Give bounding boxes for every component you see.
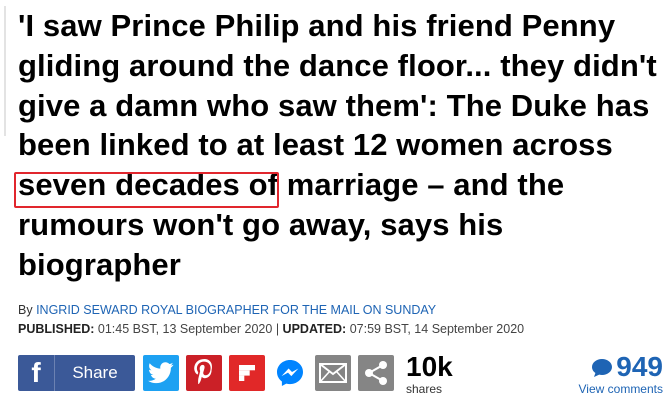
comments-link[interactable]: 949 View comments [578,352,663,397]
byline-author-link[interactable]: INGRID SEWARD ROYAL BIOGRAPHER FOR THE M… [36,303,436,317]
share-count: 10k shares [406,351,453,397]
article-headline: 'I saw Prince Philip and his friend Penn… [18,8,657,282]
byline: By INGRID SEWARD ROYAL BIOGRAPHER FOR TH… [18,303,436,317]
pinterest-share-button[interactable] [186,355,222,391]
facebook-share-button[interactable]: f Share [18,355,135,391]
article-dates: PUBLISHED: 01:45 BST, 13 September 2020 … [18,322,524,336]
view-comments-label: View comments [578,382,663,396]
comment-count-number: 949 [616,351,663,382]
email-icon [319,363,347,383]
published-date: 01:45 BST, 13 September 2020 [97,322,273,336]
messenger-share-button[interactable] [272,355,308,391]
email-share-button[interactable] [315,355,351,391]
left-divider [4,6,6,136]
more-share-button[interactable] [358,355,394,391]
facebook-share-label: Share [72,363,118,382]
comment-count: 949 [579,352,663,382]
pinterest-icon [194,359,212,385]
flipboard-icon [236,362,258,384]
twitter-share-button[interactable] [143,355,179,391]
twitter-icon [148,362,174,384]
comment-bubble-icon [592,359,613,377]
flipboard-share-button[interactable] [229,355,265,391]
share-bar: f Share 10k shares 949 View comments [18,351,663,399]
updated-label: UPDATED: [282,322,347,336]
date-separator: | [275,322,280,336]
share-count-number: 10k [406,351,453,382]
messenger-icon [277,360,303,386]
facebook-icon: f [18,355,55,391]
share-icon [365,361,387,385]
published-label: PUBLISHED: [18,322,95,336]
share-count-label: shares [406,382,443,396]
updated-date: 07:59 BST, 14 September 2020 [349,322,525,336]
byline-prefix: By [18,303,33,317]
